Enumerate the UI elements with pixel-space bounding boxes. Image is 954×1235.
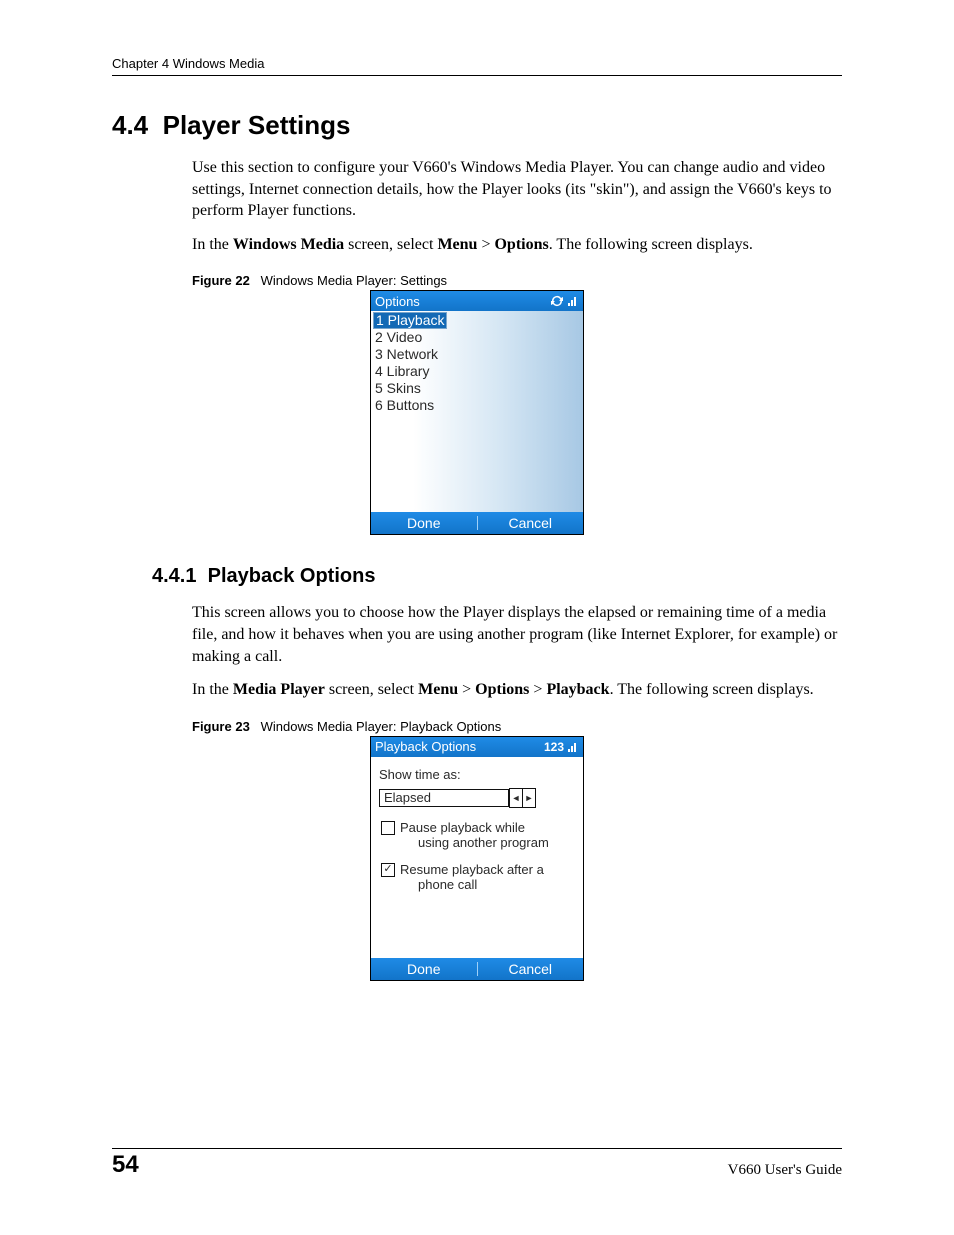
subsection-title: Playback Options [208, 565, 376, 587]
running-header: Chapter 4 Windows Media [112, 56, 842, 76]
cancel-softkey[interactable]: Cancel [478, 515, 584, 531]
pause-playback-checkbox[interactable] [381, 821, 395, 835]
section-paragraph-2: In the Windows Media screen, select Menu… [192, 234, 842, 256]
subsection-paragraph-1: This screen allows you to choose how the… [192, 602, 842, 667]
guide-name: V660 User's Guide [728, 1162, 842, 1179]
pause-playback-label: Pause playback while using another progr… [400, 820, 549, 850]
resume-playback-label: Resume playback after a phone call [400, 862, 544, 892]
show-time-spinner[interactable]: ◄ ► [509, 788, 536, 808]
section-number: 4.4 [112, 110, 148, 140]
figure-23-caption: Figure 23 Windows Media Player: Playback… [192, 719, 842, 734]
figure-22-screenshot: Options 1 Playback 2 Video 3 Network 4 L… [370, 290, 584, 535]
softkey-bar: Done Cancel [371, 958, 583, 980]
signal-icon [567, 741, 579, 753]
section-title: Player Settings [163, 110, 351, 140]
signal-icon [567, 295, 579, 307]
options-titlebar: Options [371, 291, 583, 311]
menu-item-video[interactable]: 2 Video [373, 329, 583, 346]
figure-22-caption: Figure 22 Windows Media Player: Settings [192, 273, 842, 288]
subsection-number: 4.4.1 [152, 565, 196, 587]
chevron-right-icon[interactable]: ► [522, 789, 535, 807]
resume-playback-checkbox[interactable]: ✓ [381, 863, 395, 877]
show-time-label: Show time as: [379, 767, 575, 782]
input-mode-indicator: 123 [544, 740, 564, 754]
page-footer: 54 V660 User's Guide [112, 1148, 842, 1179]
menu-item-playback[interactable]: 1 Playback [373, 312, 447, 329]
titlebar-text: Options [375, 294, 420, 309]
menu-item-network[interactable]: 3 Network [373, 346, 583, 363]
done-softkey[interactable]: Done [371, 515, 477, 531]
menu-item-skins[interactable]: 5 Skins [373, 380, 583, 397]
section-heading: 4.4 Player Settings [112, 110, 842, 141]
menu-item-library[interactable]: 4 Library [373, 363, 583, 380]
figure-23-screenshot: Playback Options 123 Show time as: Elaps… [370, 736, 584, 981]
playback-options-body: Show time as: Elapsed ◄ ► Pause playback… [371, 757, 583, 958]
subsection-heading: 4.4.1 Playback Options [152, 565, 842, 588]
options-menu-body: 1 Playback 2 Video 3 Network 4 Library 5… [371, 311, 583, 512]
cancel-softkey[interactable]: Cancel [478, 961, 584, 977]
sync-icon [549, 295, 565, 307]
show-time-selector[interactable]: Elapsed [379, 789, 509, 807]
playback-titlebar: Playback Options 123 [371, 737, 583, 757]
menu-item-buttons[interactable]: 6 Buttons [373, 397, 583, 414]
subsection-paragraph-2: In the Media Player screen, select Menu … [192, 679, 842, 701]
section-paragraph-1: Use this section to configure your V660'… [192, 157, 842, 222]
titlebar-text: Playback Options [375, 739, 476, 754]
chevron-left-icon[interactable]: ◄ [510, 789, 522, 807]
done-softkey[interactable]: Done [371, 961, 477, 977]
softkey-bar: Done Cancel [371, 512, 583, 534]
page-number: 54 [112, 1151, 139, 1179]
